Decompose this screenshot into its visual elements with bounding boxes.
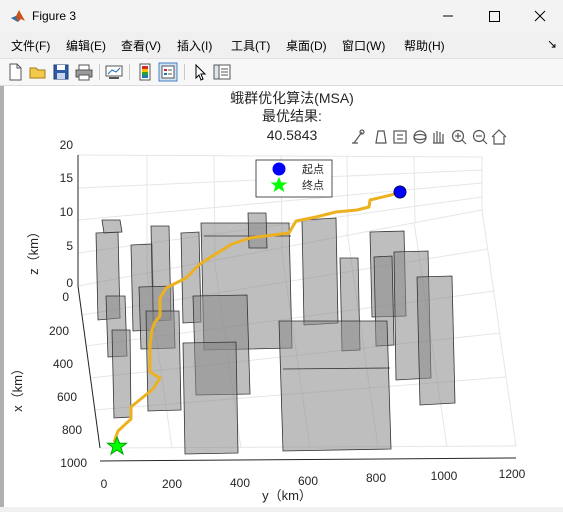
- y-tick: 400: [230, 476, 250, 490]
- pan-hand-icon[interactable]: [433, 131, 444, 144]
- z-tick: 15: [60, 171, 74, 185]
- window-edge: [0, 86, 4, 507]
- y-tick: 600: [298, 474, 318, 488]
- chart-title-line2: 最优结果:: [262, 108, 322, 124]
- minimize-icon: [443, 15, 453, 17]
- menu-edit[interactable]: 编辑(E): [66, 37, 106, 54]
- x-tick: 0: [62, 290, 69, 304]
- menu-help[interactable]: 帮助(H): [404, 37, 445, 54]
- zoom-out-icon[interactable]: [472, 129, 488, 145]
- property-editor-icon[interactable]: [212, 62, 232, 82]
- legend-end-label: 终点: [302, 178, 324, 192]
- z-tick: 5: [66, 239, 73, 253]
- x-tick: 200: [49, 324, 69, 338]
- legend-start-marker: [272, 162, 286, 176]
- insert-legend-icon[interactable]: [158, 62, 178, 82]
- y-tick: 1200: [499, 467, 526, 481]
- legend-start-label: 起点: [302, 163, 324, 176]
- z-tick: 0: [66, 276, 73, 290]
- menu-bar: 文件(F) 编辑(E) 查看(V) 插入(I) 工具(T) 桌面(D) 窗口(W…: [0, 32, 563, 59]
- link-plot-icon[interactable]: [104, 62, 124, 82]
- x-axis-label: x（km）: [10, 362, 25, 412]
- matlab-logo-icon: [11, 10, 25, 22]
- data-tip-icon[interactable]: [375, 130, 387, 144]
- maximize-button[interactable]: [471, 0, 517, 32]
- y-tick-labels: 0 200 400 600 800 1000 1200: [101, 467, 526, 491]
- chart-title-line3: 40.5843: [267, 127, 318, 143]
- obstacle: [111, 329, 132, 419]
- new-figure-icon[interactable]: [5, 62, 25, 82]
- select-arrow-icon[interactable]: [190, 62, 210, 82]
- figure-canvas[interactable]: 蛾群优化算法(MSA) 最优结果: 40.5843 起点 终点 20 15 10…: [0, 86, 563, 507]
- chart-title-line1: 蛾群优化算法(MSA): [230, 90, 354, 106]
- window-titlebar: Figure 3: [0, 0, 563, 32]
- x-tick: 800: [62, 423, 82, 437]
- x-tick-labels: 0 200 400 600 800 1000: [49, 290, 87, 470]
- obstacle: [182, 341, 239, 455]
- y-tick: 1000: [431, 469, 458, 483]
- obstacle: [247, 212, 268, 249]
- axes-toolbar: [352, 129, 507, 145]
- rotate-3d-icon[interactable]: [413, 130, 427, 144]
- save-icon[interactable]: [51, 62, 71, 82]
- y-tick: 0: [101, 477, 108, 491]
- z-tick: 10: [60, 205, 74, 219]
- zoom-in-icon[interactable]: [451, 129, 467, 145]
- menu-tools[interactable]: 工具(T): [231, 37, 270, 54]
- obstacle: [416, 275, 456, 406]
- insert-colorbar-icon[interactable]: [135, 62, 155, 82]
- obstacle: [278, 320, 392, 452]
- menu-file[interactable]: 文件(F): [11, 37, 50, 54]
- print-icon[interactable]: [74, 62, 94, 82]
- z-axis-label: z（km）: [26, 225, 41, 275]
- window-title: Figure 3: [32, 9, 77, 23]
- figure-toolbar: [0, 59, 563, 86]
- menu-insert[interactable]: 插入(I): [177, 37, 212, 54]
- home-icon[interactable]: [491, 129, 507, 145]
- obstacle: [101, 219, 123, 234]
- toolbar-separator: [99, 64, 100, 80]
- z-tick: 20: [60, 138, 74, 152]
- close-button[interactable]: [517, 0, 563, 32]
- toolbar-separator: [184, 64, 185, 80]
- legend-toggle-icon[interactable]: [393, 130, 407, 144]
- menu-window[interactable]: 窗口(W): [342, 37, 385, 54]
- close-icon: [534, 10, 546, 22]
- x-tick: 1000: [60, 456, 87, 470]
- menu-overflow-icon[interactable]: ↘: [547, 37, 557, 51]
- y-tick: 200: [162, 477, 182, 491]
- menu-view[interactable]: 查看(V): [121, 37, 161, 54]
- z-tick-labels: 20 15 10 5 0: [60, 138, 74, 290]
- brush-icon[interactable]: [352, 129, 365, 144]
- toolbar-separator: [129, 64, 130, 80]
- open-file-icon[interactable]: [28, 62, 48, 82]
- x-tick: 600: [57, 390, 77, 404]
- y-tick: 800: [366, 471, 386, 485]
- legend[interactable]: 起点 终点: [255, 159, 333, 198]
- menu-desktop[interactable]: 桌面(D): [286, 37, 327, 54]
- x-tick: 400: [53, 357, 73, 371]
- minimize-button[interactable]: [425, 0, 471, 32]
- plot-svg[interactable]: 蛾群优化算法(MSA) 最优结果: 40.5843 起点 终点 20 15 10…: [0, 86, 563, 507]
- obstacle: [301, 217, 339, 326]
- start-marker: [393, 185, 407, 199]
- y-axis-label: y（km）: [262, 488, 312, 503]
- maximize-icon: [489, 11, 500, 22]
